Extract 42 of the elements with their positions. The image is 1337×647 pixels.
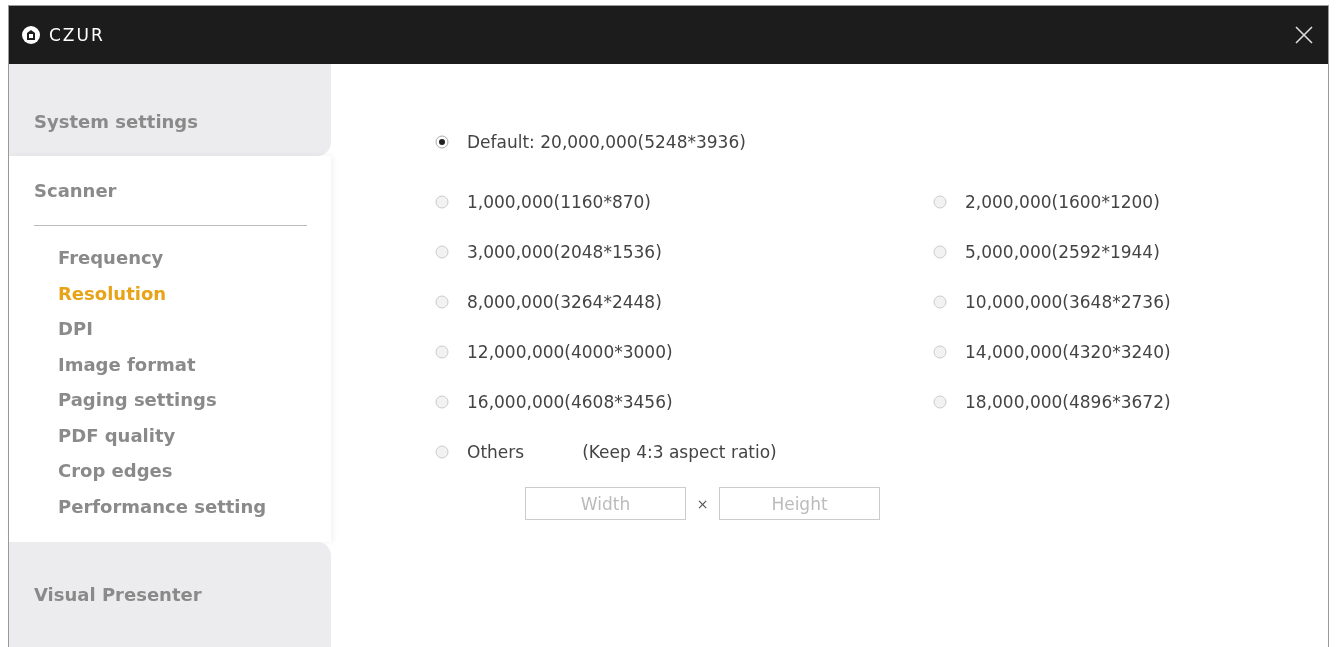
times-sign: × [695, 495, 710, 512]
option-label: 8,000,000(3264*2448) [467, 292, 662, 312]
option-label: 14,000,000(4320*3240) [965, 342, 1171, 362]
sidebar-item[interactable]: Image format [58, 346, 196, 382]
close-icon[interactable] [1294, 25, 1314, 45]
radio-button[interactable] [933, 395, 947, 409]
option-label: 18,000,000(4896*3672) [965, 392, 1171, 412]
sidebar-section[interactable]: Scanner [34, 180, 311, 201]
sidebar-section[interactable]: Visual Presenter [9, 542, 331, 647]
sidebar-item[interactable]: Frequency [58, 240, 164, 276]
width-field[interactable]: Width [525, 487, 686, 520]
radio-button[interactable] [933, 295, 947, 309]
radio-button[interactable] [435, 445, 449, 459]
option-label: 12,000,000(4000*3000) [467, 342, 673, 362]
sidebar-item[interactable]: DPI [58, 311, 93, 347]
radio-button[interactable] [435, 345, 449, 359]
sidebar-section[interactable]: System settings [9, 64, 331, 156]
logo-icon [21, 25, 41, 45]
radio-button[interactable] [435, 135, 449, 149]
radio-button[interactable] [435, 295, 449, 309]
sidebar-item[interactable]: PDF quality [58, 417, 176, 453]
option-label: 1,000,000(1160*870) [467, 192, 651, 212]
radio-button[interactable] [435, 245, 449, 259]
radio-button[interactable] [933, 345, 947, 359]
option-label: 16,000,000(4608*3456) [467, 392, 673, 412]
window-title: CZUR [49, 25, 106, 45]
radio-button[interactable] [933, 245, 947, 259]
sidebar-item[interactable]: Crop edges [58, 453, 173, 489]
option-label: 2,000,000(1600*1200) [965, 192, 1160, 212]
sidebar-item[interactable]: Performance setting [58, 488, 267, 524]
hint-text: (Keep 4:3 aspect ratio) [582, 442, 777, 462]
option-label: Default: 20,000,000(5248*3936) [467, 132, 746, 152]
radio-button[interactable] [435, 195, 449, 209]
option-label: 10,000,000(3648*2736) [965, 292, 1171, 312]
radio-button[interactable] [933, 195, 947, 209]
option-label: Others [467, 442, 525, 462]
radio-button[interactable] [435, 395, 449, 409]
sidebar-item[interactable]: Resolution [58, 275, 167, 311]
option-label: 5,000,000(2592*1944) [965, 242, 1160, 262]
sidebar-item[interactable]: Paging settings [58, 382, 217, 418]
height-field[interactable]: Height [719, 487, 880, 520]
option-label: 3,000,000(2048*1536) [467, 242, 662, 262]
